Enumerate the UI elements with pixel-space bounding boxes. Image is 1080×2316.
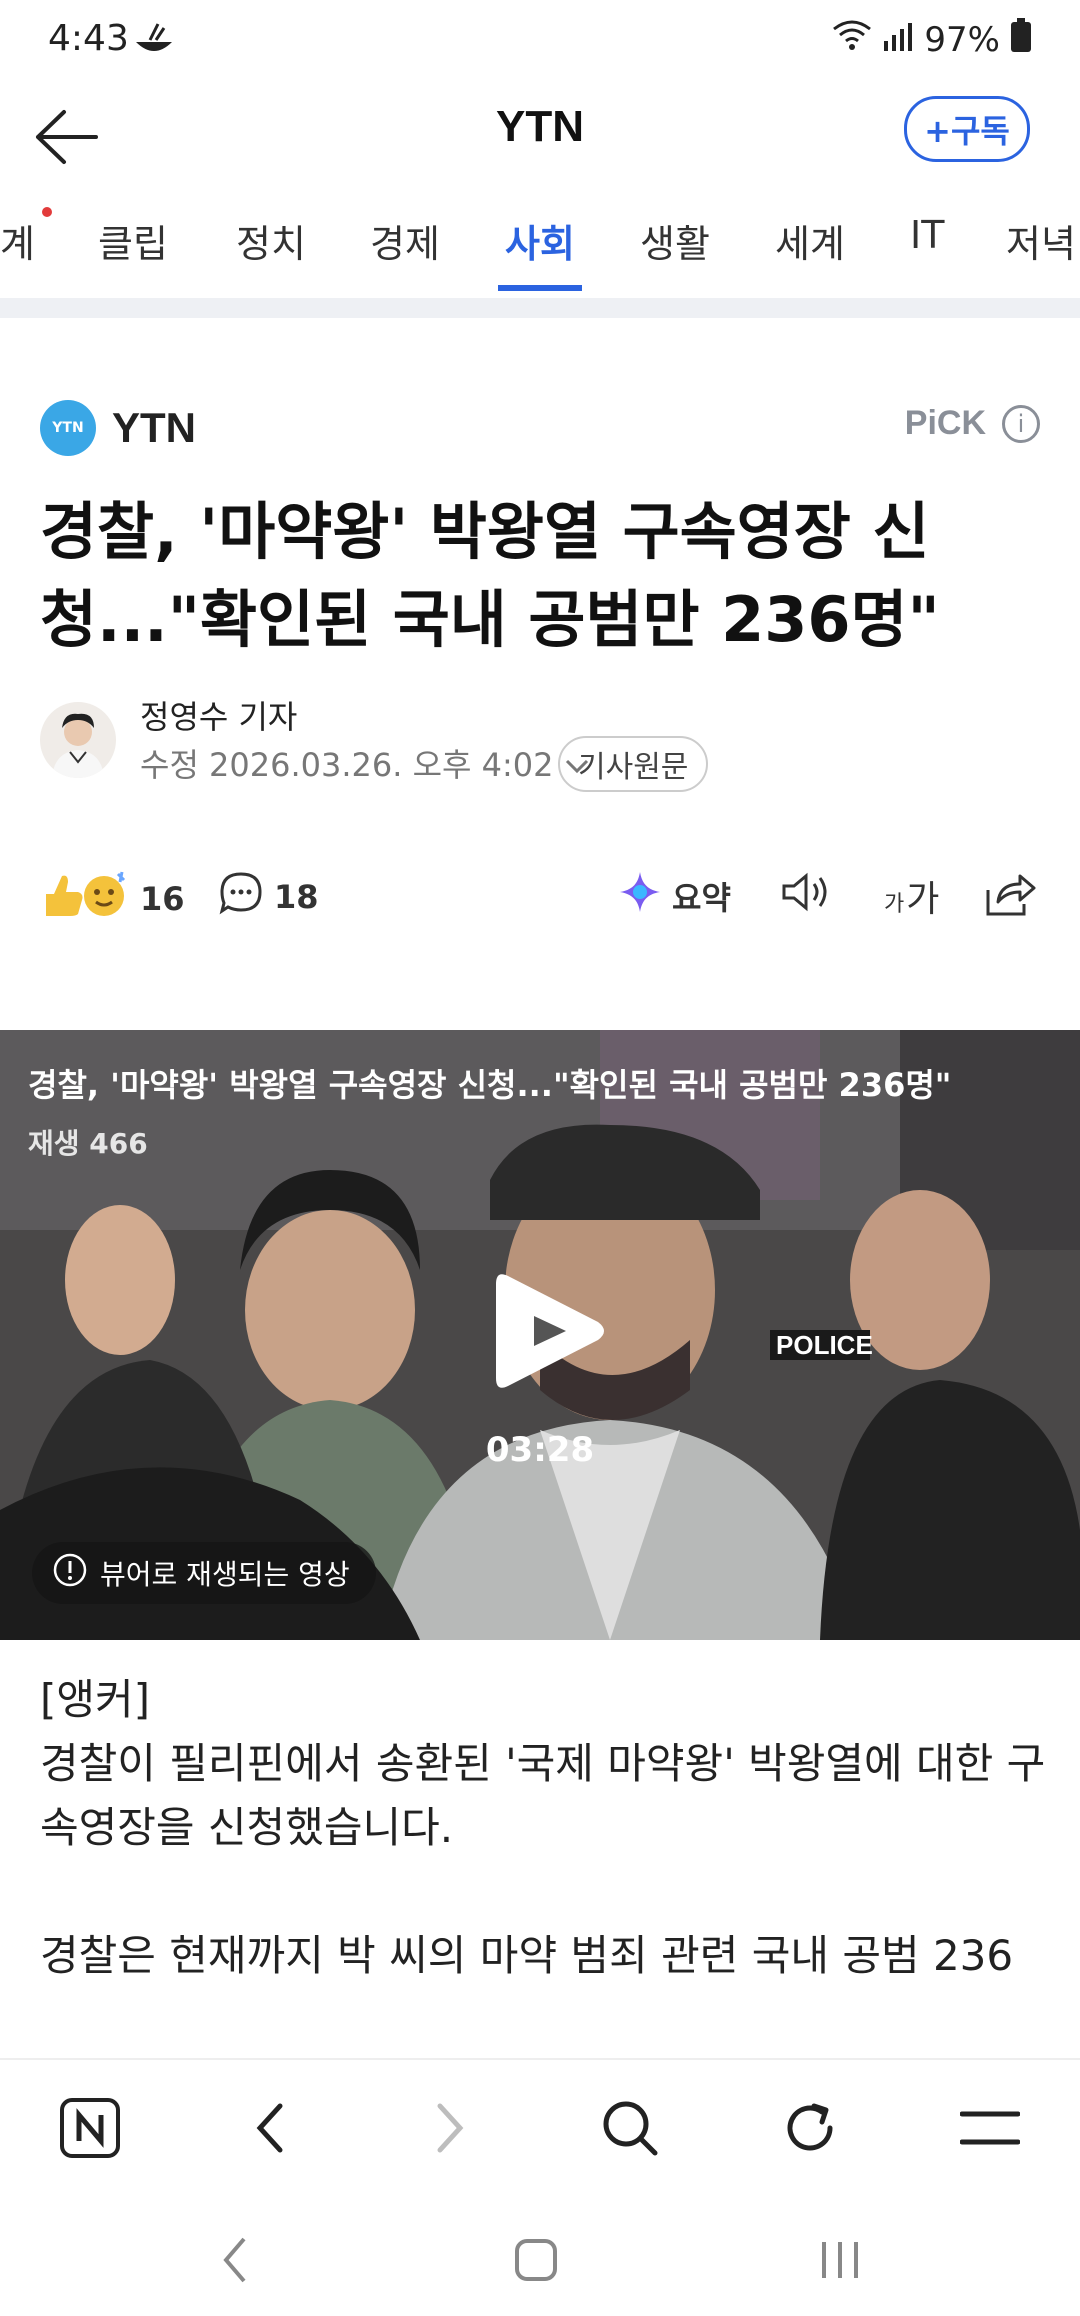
tab-economy[interactable]: 경제 [370, 213, 440, 268]
tab-it[interactable]: IT [910, 213, 944, 257]
reaction-emoji-icon [40, 870, 130, 928]
video-duration: 03:28 [485, 1430, 595, 1470]
system-home-icon[interactable] [496, 2230, 576, 2290]
body-paragraph: 경찰은 현재까지 박 씨의 마약 범죄 관련 국내 공범 236 [40, 1931, 1014, 1980]
tab-life[interactable]: 생활 [640, 213, 710, 268]
tab-society[interactable]: 사회 [505, 213, 575, 268]
active-tab-underline [498, 285, 582, 291]
tab-evening[interactable]: 저녁 [1006, 213, 1076, 268]
menu-icon[interactable] [950, 2088, 1030, 2168]
article-actions: 16 18 요약 가 가 [40, 870, 1040, 940]
battery-icon [1010, 18, 1032, 61]
battery-level: 97% [924, 19, 1000, 60]
video-view-count: 재생 466 [28, 1127, 148, 1160]
share-icon [984, 870, 1036, 926]
article-body: [앵커] 경찰이 필리핀에서 송환된 '국제 마약왕' 박왕열에 대한 구속영장… [40, 1668, 1050, 1988]
police-badge-text: POLICE [776, 1330, 873, 1360]
reaction-count: 16 [140, 880, 185, 918]
press-info[interactable]: YTN YTN [40, 400, 196, 456]
tab-previous[interactable]: 계 [0, 213, 35, 268]
system-navigation [0, 2200, 1080, 2316]
refresh-icon[interactable] [770, 2088, 850, 2168]
article-byline: 정영수 기자 수정 2026.03.26. 오후 4:02 기사원문 [40, 692, 1040, 812]
summary-label: 요약 [672, 879, 731, 917]
press-name: YTN [112, 404, 196, 451]
status-bar: 4:43 97% [0, 0, 1080, 80]
comment-count: 18 [274, 878, 319, 916]
app-header: YTN +구독 [0, 80, 1080, 190]
subscribe-button[interactable]: +구독 [904, 96, 1030, 162]
reporter-name[interactable]: 정영수 기자 [140, 692, 297, 738]
search-icon[interactable] [590, 2088, 670, 2168]
tab-clip[interactable]: 클립 [98, 213, 168, 268]
back-icon[interactable] [230, 2088, 310, 2168]
viewer-notice: 뷰어로 재생되는 영상 [32, 1542, 376, 1604]
wifi-icon [832, 19, 872, 60]
info-icon[interactable]: i [1002, 404, 1040, 443]
system-recents-icon[interactable] [800, 2230, 880, 2290]
share-button[interactable] [984, 870, 1036, 926]
ai-summary-icon [618, 870, 662, 922]
modified-date[interactable]: 수정 2026.03.26. 오후 4:02 [140, 740, 590, 786]
viewer-notice-text: 뷰어로 재생되는 영상 [100, 1558, 350, 1591]
system-back-icon[interactable] [195, 2230, 275, 2290]
status-right: 97% [832, 18, 1032, 61]
forward-icon[interactable] [410, 2088, 490, 2168]
speaker-icon [780, 870, 834, 922]
new-dot-indicator [42, 207, 52, 217]
pick-badge[interactable]: PiCK i [905, 404, 1040, 443]
original-article-button[interactable]: 기사원문 [558, 736, 709, 792]
anchor-tag: [앵커] [40, 1675, 151, 1724]
status-time: 4:43 [48, 18, 129, 59]
reporter-avatar[interactable] [40, 702, 116, 778]
comment-icon [218, 870, 264, 924]
text-to-speech-button[interactable] [780, 870, 834, 922]
notification-icon [132, 20, 176, 64]
browser-toolbar [0, 2060, 1080, 2190]
reaction-button[interactable]: 16 [40, 870, 185, 928]
signal-icon [882, 20, 914, 60]
section-divider [0, 298, 1080, 318]
body-paragraph: 경찰이 필리핀에서 송환된 '국제 마약왕' 박왕열에 대한 구속영장을 신청했… [40, 1739, 1046, 1852]
font-size-button[interactable]: 가 가 [884, 870, 939, 922]
font-size-small-label: 가 [884, 892, 905, 917]
comment-button[interactable]: 18 [218, 870, 319, 924]
press-logo: YTN [40, 400, 96, 456]
tab-world[interactable]: 세계 [775, 213, 845, 268]
article-headline: 경찰, '마약왕' 박왕열 구속영장 신 청..."확인된 국내 공범만 236… [40, 488, 1040, 664]
pick-label: PiCK [904, 404, 986, 442]
play-icon[interactable] [488, 1266, 610, 1396]
video-player[interactable]: POLICE 경찰, '마약왕' 박왕열 구속영장 신청..."확인된 국내 공… [0, 1030, 1080, 1640]
modified-date-text: 수정 2026.03.26. 오후 4:02 [140, 746, 554, 784]
category-tabs: 계 클립 정치 경제 사회 생활 세계 IT 저녁 [0, 195, 1080, 295]
alert-circle-icon [52, 1552, 88, 1595]
headline-line-2: 청..."확인된 국내 공범만 236명" [40, 583, 940, 656]
naver-home-icon[interactable] [50, 2088, 130, 2168]
tab-politics[interactable]: 정치 [236, 213, 306, 268]
summary-button[interactable]: 요약 [618, 870, 731, 922]
video-title: 경찰, '마약왕' 박왕열 구속영장 신청..."확인된 국내 공범만 236명… [28, 1066, 952, 1104]
font-size-large-label: 가 [906, 879, 940, 920]
headline-line-1: 경찰, '마약왕' 박왕열 구속영장 신 [40, 495, 930, 568]
